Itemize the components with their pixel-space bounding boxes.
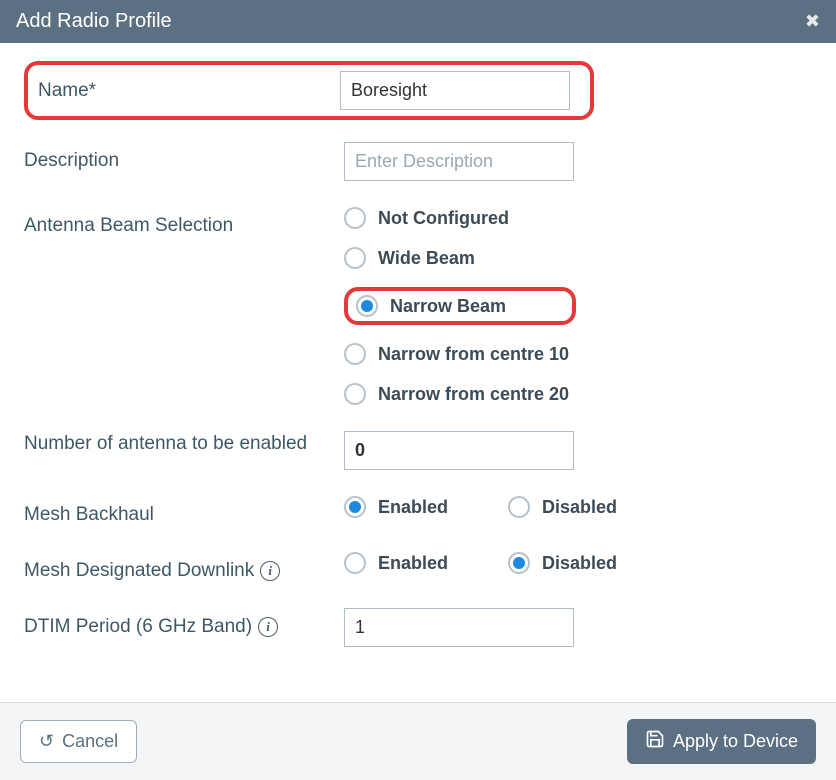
mesh-backhaul-disabled[interactable]: Disabled [508, 496, 617, 518]
mesh-backhaul-enabled[interactable]: Enabled [344, 496, 448, 518]
antenna-count-label: Number of antenna to be enabled [24, 431, 344, 455]
mesh-backhaul-group: Enabled Disabled [344, 496, 812, 518]
name-highlight-box: Name* [24, 61, 594, 120]
cancel-button[interactable]: ↺ Cancel [20, 720, 137, 763]
dialog-title: Add Radio Profile [16, 10, 172, 33]
dialog-header: Add Radio Profile ✖ [0, 0, 836, 43]
description-row: Description [24, 142, 812, 181]
radio-circle-icon [344, 207, 366, 229]
dtim-label: DTIM Period (6 GHz Band) i [24, 608, 344, 638]
name-input[interactable] [340, 71, 570, 110]
mesh-downlink-enabled-label: Enabled [378, 553, 448, 574]
radio-circle-icon [344, 343, 366, 365]
info-icon[interactable]: i [260, 561, 280, 581]
save-icon [645, 729, 665, 754]
cancel-button-label: Cancel [62, 731, 118, 752]
antenna-beam-label: Antenna Beam Selection [24, 207, 344, 237]
mesh-backhaul-row: Mesh Backhaul Enabled Disabled [24, 496, 812, 526]
radio-wide-beam[interactable]: Wide Beam [344, 247, 812, 269]
dialog-body: Name* Description Antenna Beam Selection… [0, 43, 836, 702]
antenna-beam-group: Not Configured Wide Beam Narrow Beam [344, 207, 812, 405]
apply-button-label: Apply to Device [673, 731, 798, 752]
radio-circle-icon [508, 496, 530, 518]
dialog-footer: ↺ Cancel Apply to Device [0, 702, 836, 780]
radio-narrow-10-label: Narrow from centre 10 [378, 344, 569, 365]
radio-circle-icon [508, 552, 530, 574]
mesh-downlink-row: Mesh Designated Downlink i Enabled Disab… [24, 552, 812, 582]
radio-narrow-beam[interactable]: Narrow Beam [356, 295, 506, 317]
radio-not-configured-label: Not Configured [378, 208, 509, 229]
mesh-backhaul-disabled-label: Disabled [542, 497, 617, 518]
radio-circle-icon [344, 496, 366, 518]
radio-circle-icon [344, 247, 366, 269]
description-input[interactable] [344, 142, 574, 181]
antenna-count-input[interactable] [344, 431, 574, 470]
antenna-beam-row: Antenna Beam Selection Not Configured Wi… [24, 207, 812, 405]
close-icon[interactable]: ✖ [805, 11, 820, 32]
mesh-backhaul-enabled-label: Enabled [378, 497, 448, 518]
dtim-input[interactable] [344, 608, 574, 647]
radio-circle-icon [356, 295, 378, 317]
mesh-downlink-group: Enabled Disabled [344, 552, 812, 574]
dtim-row: DTIM Period (6 GHz Band) i [24, 608, 812, 647]
radio-wide-beam-label: Wide Beam [378, 248, 475, 269]
radio-narrow-20-label: Narrow from centre 20 [378, 384, 569, 405]
mesh-downlink-disabled[interactable]: Disabled [508, 552, 617, 574]
undo-icon: ↺ [39, 731, 54, 752]
mesh-downlink-disabled-label: Disabled [542, 553, 617, 574]
antenna-count-row: Number of antenna to be enabled [24, 431, 812, 470]
name-label: Name* [38, 80, 340, 102]
mesh-downlink-label: Mesh Designated Downlink i [24, 552, 344, 582]
radio-circle-icon [344, 383, 366, 405]
radio-circle-icon [344, 552, 366, 574]
info-icon[interactable]: i [258, 617, 278, 637]
add-radio-profile-dialog: Add Radio Profile ✖ Name* Description An… [0, 0, 836, 780]
radio-narrow-10[interactable]: Narrow from centre 10 [344, 343, 812, 365]
mesh-downlink-label-text: Mesh Designated Downlink [24, 560, 254, 582]
description-label: Description [24, 142, 344, 172]
narrow-beam-highlight-box: Narrow Beam [344, 287, 576, 325]
mesh-downlink-enabled[interactable]: Enabled [344, 552, 448, 574]
radio-narrow-beam-label: Narrow Beam [390, 296, 506, 317]
mesh-backhaul-label: Mesh Backhaul [24, 496, 344, 526]
dtim-label-text: DTIM Period (6 GHz Band) [24, 616, 252, 638]
radio-narrow-20[interactable]: Narrow from centre 20 [344, 383, 812, 405]
radio-not-configured[interactable]: Not Configured [344, 207, 812, 229]
apply-button[interactable]: Apply to Device [627, 719, 816, 764]
